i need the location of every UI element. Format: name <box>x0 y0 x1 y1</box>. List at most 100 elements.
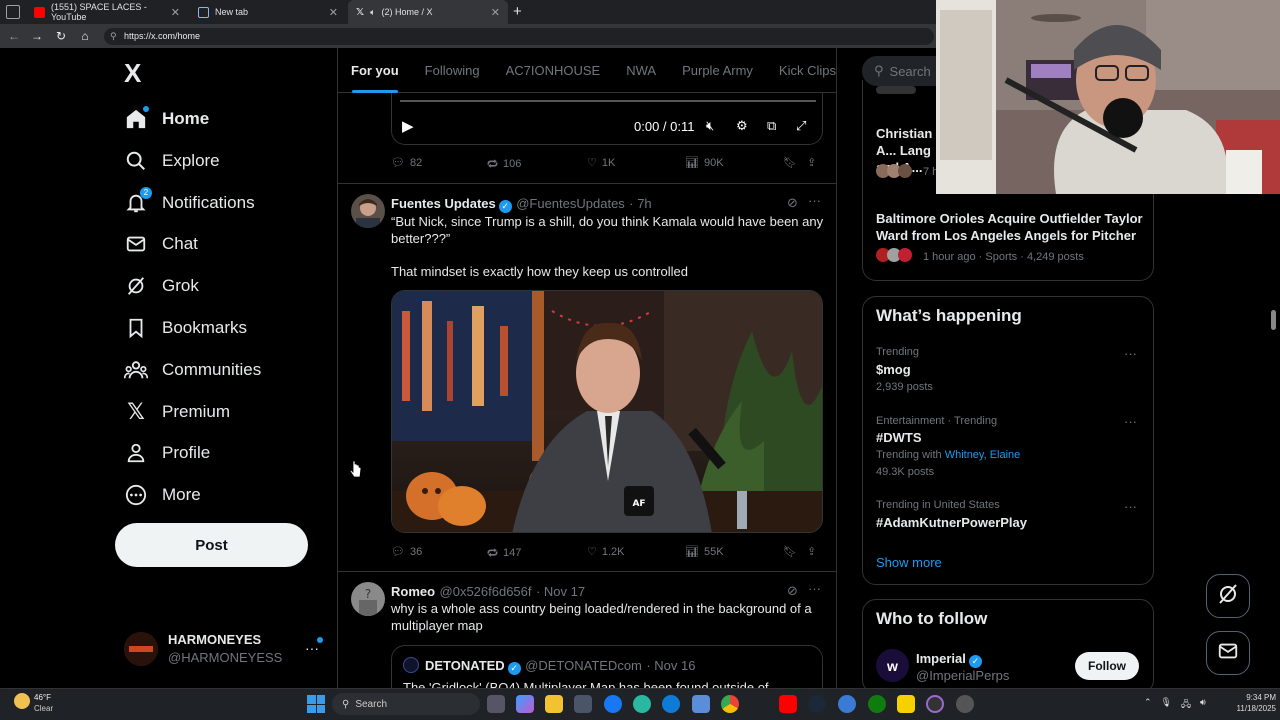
tweet-avatar[interactable]: ? <box>351 582 385 616</box>
tweet-more-icon[interactable]: ··· <box>808 581 821 596</box>
nav-profile[interactable]: Profile <box>124 433 210 473</box>
follow-button[interactable]: Follow <box>1075 652 1139 680</box>
xbox-icon[interactable] <box>868 695 886 713</box>
trend-with-names[interactable]: Whitney, Elaine <box>945 449 1021 461</box>
fullscreen-icon[interactable]: ⤢ <box>796 118 806 134</box>
tweet-media-image[interactable]: AF <box>391 290 823 533</box>
bookmark-button[interactable]: 🔖︎ <box>783 156 797 169</box>
account-name[interactable]: HARMONEYES <box>168 632 261 647</box>
nav-notifications[interactable]: 2 Notifications <box>124 183 255 223</box>
suggestion-avatar[interactable]: w <box>876 649 909 682</box>
video-progress-bar[interactable] <box>400 100 816 102</box>
nav-more[interactable]: More <box>124 475 201 515</box>
share-button[interactable]: ⇪ <box>807 156 816 169</box>
tab-kick-clips[interactable]: Kick Clips <box>766 48 849 93</box>
reply-button[interactable]: 💬︎ 82 <box>391 156 422 170</box>
tab-purple-army[interactable]: Purple Army <box>669 48 766 93</box>
close-tab-icon[interactable]: ✕ <box>491 6 500 19</box>
grok-icon[interactable]: ⊘ <box>787 583 798 599</box>
author-handle[interactable]: @FuentesUpdates <box>516 196 625 211</box>
bookmark-button[interactable]: 🔖︎ <box>783 545 797 558</box>
trend-more-icon[interactable]: ··· <box>1124 499 1137 514</box>
reply-button[interactable]: 💬︎ 36 <box>391 545 422 559</box>
tweet-time[interactable]: · 7h <box>629 196 651 211</box>
author-handle[interactable]: @0x526f6d656f <box>440 584 532 599</box>
nav-home[interactable]: Home <box>124 99 209 139</box>
tab-following[interactable]: Following <box>412 48 493 93</box>
edge-browser-icon[interactable] <box>662 695 680 713</box>
chevron-up-icon[interactable]: ⌃ <box>1144 697 1152 713</box>
back-icon[interactable]: ← <box>6 28 22 44</box>
new-tab-button[interactable]: + <box>513 3 522 20</box>
like-button[interactable]: ♡ 1K <box>587 156 615 170</box>
chrome-icon[interactable] <box>721 695 739 713</box>
browser-menu-icon[interactable] <box>6 5 20 19</box>
suggestion-name[interactable]: Imperial <box>916 651 966 666</box>
trend-more-icon[interactable]: ··· <box>1124 346 1137 361</box>
home-button-icon[interactable]: ⌂ <box>77 28 93 44</box>
nav-premium[interactable]: 𝕏 Premium <box>124 392 230 432</box>
taskbar-clock[interactable]: 9:34 PM 11/18/2025 <box>1222 692 1276 714</box>
tab-ac7ionhouse[interactable]: AC7IONHOUSE <box>493 48 614 93</box>
nav-grok[interactable]: Grok <box>124 266 199 306</box>
tab-for-you[interactable]: For you <box>338 48 412 93</box>
tweet-avatar[interactable] <box>351 194 385 228</box>
repost-button[interactable]: 🔁︎ 147 <box>487 545 521 561</box>
trend-name[interactable]: $mog <box>876 362 911 377</box>
settings-gear-icon[interactable]: ⚙ <box>736 118 748 134</box>
tab-nwa[interactable]: NWA <box>613 48 669 93</box>
browser-tab-youtube[interactable]: (1551) SPACE LACES - YouTube ✕ <box>26 0 188 24</box>
post-button[interactable]: Post <box>115 523 308 567</box>
close-tab-icon[interactable]: ✕ <box>171 6 180 19</box>
page-scrollbar[interactable] <box>1271 310 1276 330</box>
youtube-icon[interactable] <box>779 695 797 713</box>
like-button[interactable]: ♡ 1.2K <box>587 545 625 559</box>
repost-button[interactable]: 🔁︎ 106 <box>487 156 521 172</box>
trend-name[interactable]: #AdamKutnerPowerPlay <box>876 515 1027 530</box>
tweet-more-icon[interactable]: ··· <box>808 193 821 208</box>
mic-icon[interactable]: 🎙︎ <box>1161 697 1172 713</box>
windows-start-icon[interactable] <box>307 695 325 713</box>
nav-chat[interactable]: Chat <box>124 224 198 264</box>
facebook-icon[interactable] <box>604 695 622 713</box>
browser-tab-x[interactable]: 𝕏 🔈︎ (2) Home / X ✕ <box>348 0 508 24</box>
weather-widget[interactable]: 46°F Clear <box>14 693 74 715</box>
obs-icon[interactable] <box>926 695 944 713</box>
grok-icon[interactable]: ⊘ <box>787 195 798 211</box>
author-name[interactable]: Fuentes Updates <box>391 196 496 211</box>
photos-icon[interactable] <box>692 695 710 713</box>
system-tray[interactable]: ⌃ 🎙︎ 🖧 🔊︎ <box>1144 697 1206 713</box>
file-explorer-icon[interactable] <box>545 695 563 713</box>
settings-gear-icon[interactable] <box>956 695 974 713</box>
close-tab-icon[interactable]: ✕ <box>329 6 338 19</box>
x-logo-icon[interactable]: X <box>124 58 141 89</box>
nav-bookmarks[interactable]: Bookmarks <box>124 308 247 348</box>
nav-explore[interactable]: Explore <box>124 141 220 181</box>
trend-more-icon[interactable]: ··· <box>1124 414 1137 429</box>
quoted-tweet[interactable]: DETONATED✓ @DETONATEDcom · Nov 16 The 'G… <box>391 645 823 695</box>
messages-float-button[interactable] <box>1206 631 1250 675</box>
network-icon[interactable]: 🖧 <box>1181 697 1191 713</box>
taskbar-search[interactable]: ⚲ Search <box>332 693 480 715</box>
address-bar[interactable]: ⚲ https://x.com/home <box>104 28 934 45</box>
copilot-icon[interactable] <box>516 695 534 713</box>
author-name[interactable]: Romeo <box>391 584 435 599</box>
show-more-link[interactable]: Show more <box>876 555 942 570</box>
views-button[interactable]: 📊︎ 55K <box>685 545 724 559</box>
share-button[interactable]: ⇪ <box>807 545 816 558</box>
edge-icon[interactable] <box>633 695 651 713</box>
account-more-icon[interactable]: ··· <box>305 640 319 656</box>
app-icon[interactable] <box>838 695 856 713</box>
play-icon[interactable]: ▶ <box>402 117 414 135</box>
steam-icon[interactable] <box>808 695 826 713</box>
account-avatar[interactable] <box>124 632 158 666</box>
sticky-notes-icon[interactable] <box>897 695 915 713</box>
calculator-icon[interactable] <box>574 695 592 713</box>
reload-icon[interactable]: ↻ <box>53 28 69 44</box>
grok-float-button[interactable] <box>1206 574 1250 618</box>
views-button[interactable]: 📊︎ 90K <box>685 156 724 170</box>
browser-tab-newtab[interactable]: New tab ✕ <box>190 0 346 24</box>
forward-icon[interactable]: → <box>29 28 45 44</box>
task-view-icon[interactable] <box>487 695 505 713</box>
volume-icon[interactable]: 🔊︎ <box>1200 697 1206 713</box>
